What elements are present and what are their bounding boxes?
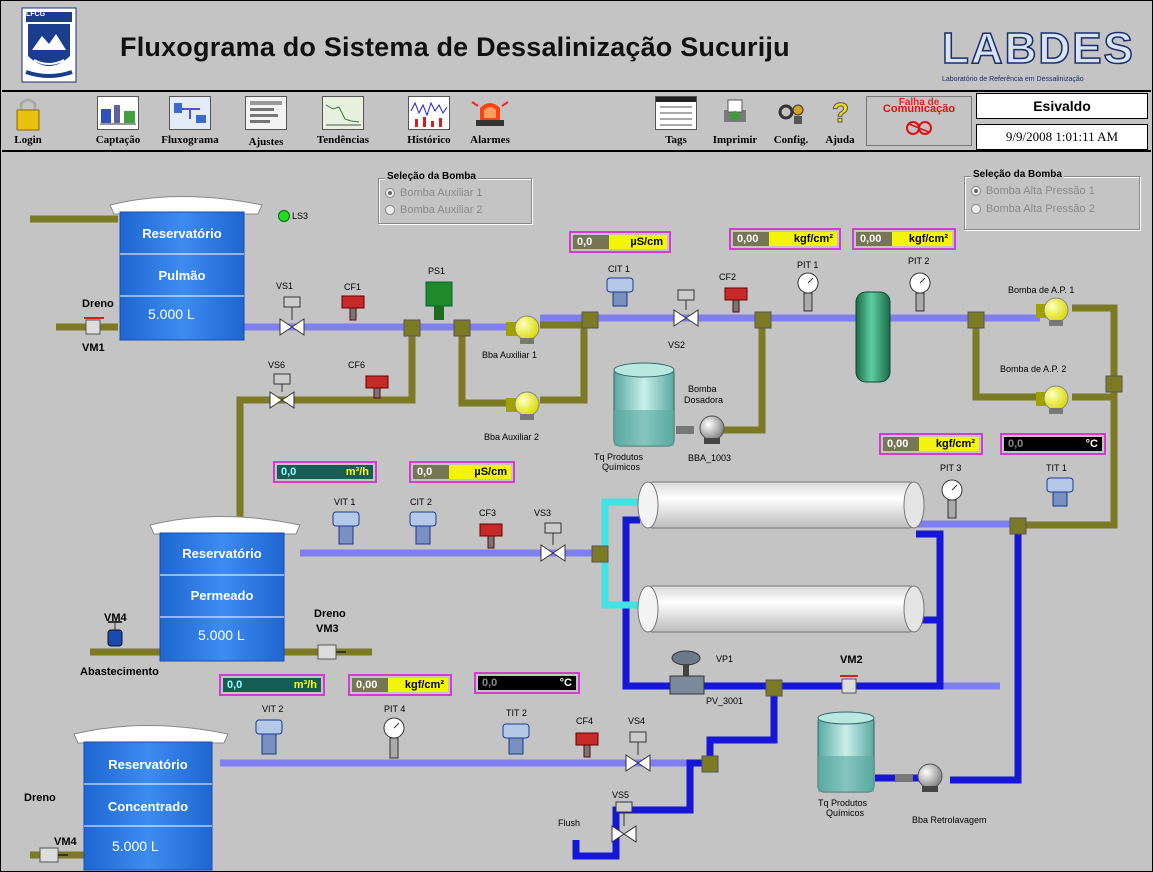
window-frame <box>0 0 1153 872</box>
scada-window: LFCG Fluxograma do Sistema de Dessaliniz… <box>0 0 1153 872</box>
